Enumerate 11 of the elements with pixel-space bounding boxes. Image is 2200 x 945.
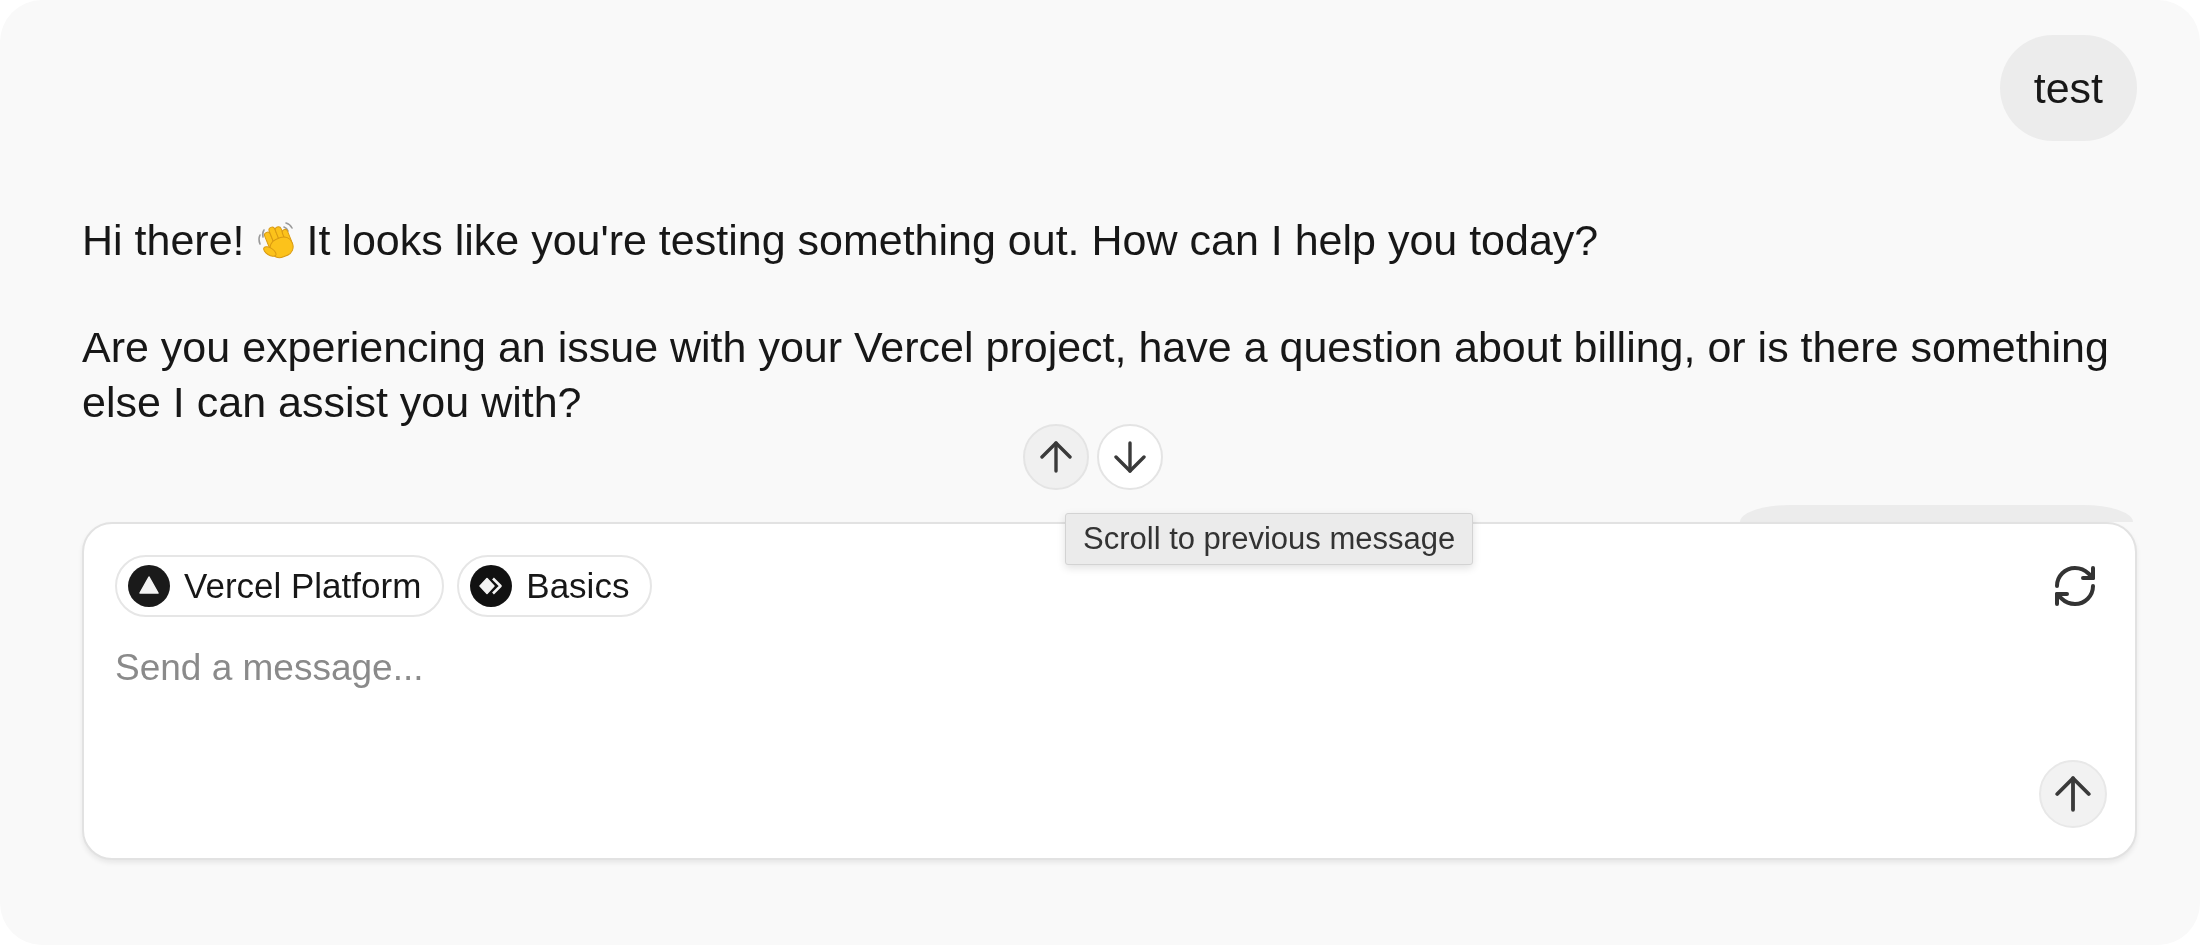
message-text: It looks like you're testing something out. How can I help you today? bbox=[306, 216, 1599, 264]
diamond-chevron-icon bbox=[470, 565, 513, 607]
message-text: Are you experiencing an issue with your Vercel project, have a question about billing, or is there something else I can assist you with? bbox=[82, 323, 2109, 426]
context-chip[interactable]: Vercel Platform bbox=[115, 555, 445, 617]
context-chip[interactable]: Basics bbox=[457, 555, 653, 617]
refresh-button[interactable] bbox=[2055, 566, 2095, 606]
message-text: Hi there! bbox=[82, 216, 245, 264]
user-message: test bbox=[1999, 35, 2137, 141]
waving-hand-icon bbox=[255, 221, 296, 261]
refresh-icon bbox=[2055, 566, 2095, 606]
tooltip: Scroll to previous message bbox=[1065, 513, 1474, 565]
